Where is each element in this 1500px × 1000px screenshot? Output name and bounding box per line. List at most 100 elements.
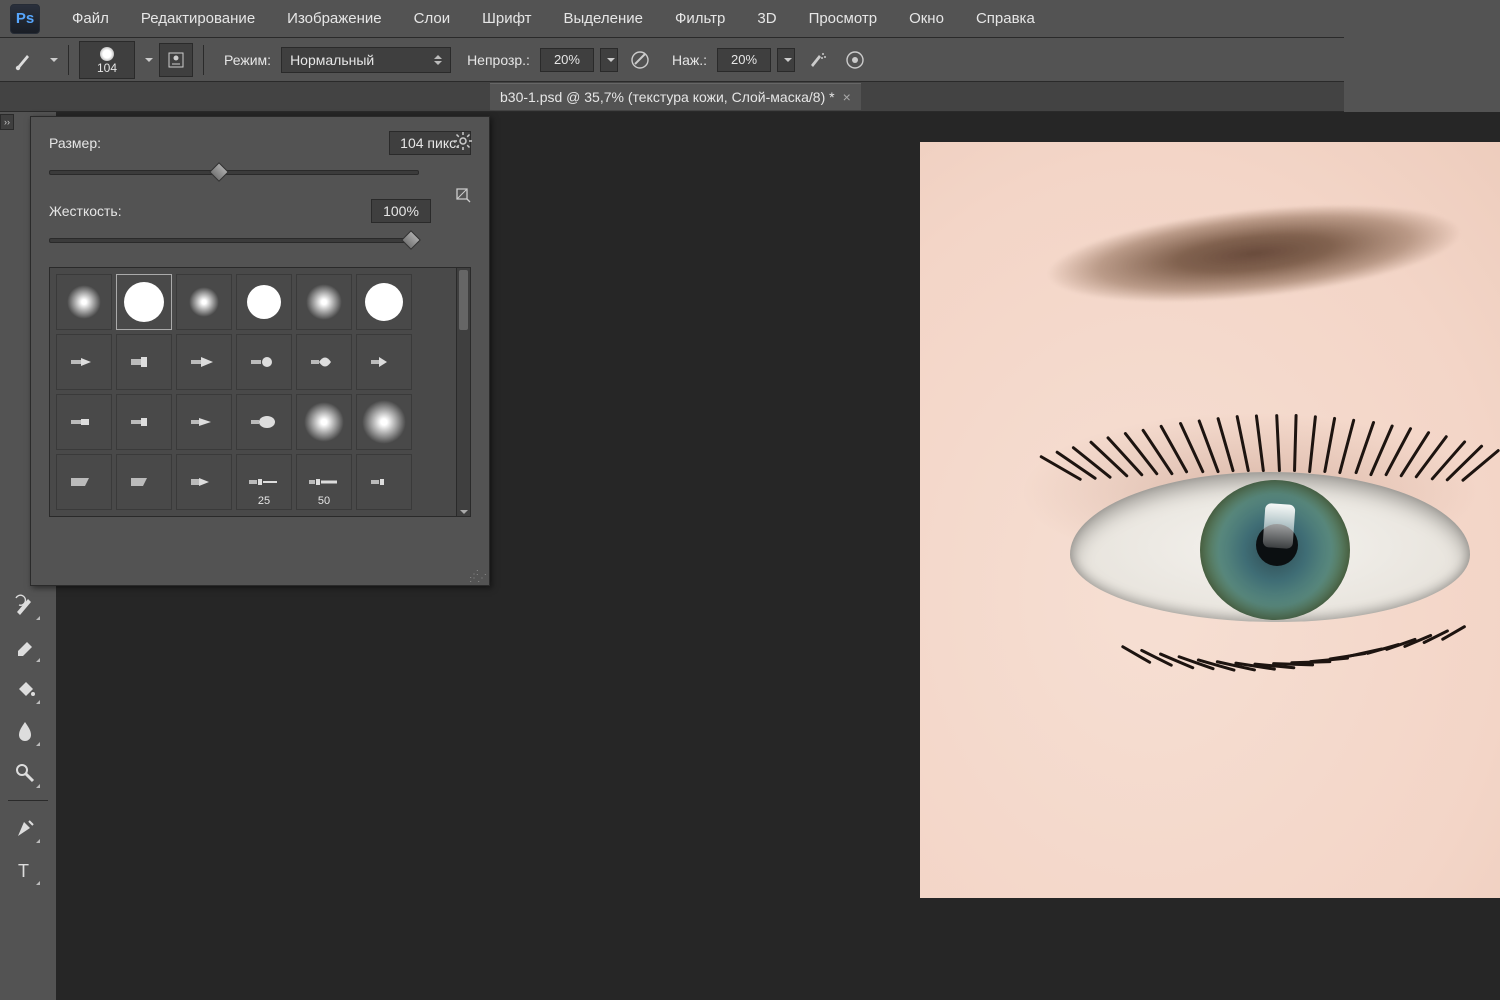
history-brush-tool[interactable] xyxy=(8,588,42,622)
type-tool[interactable]: T xyxy=(8,853,42,887)
brush-preset[interactable] xyxy=(116,394,172,450)
brush-size-label: Размер: xyxy=(49,135,101,151)
menu-help[interactable]: Справка xyxy=(960,10,1051,27)
document-tab[interactable]: b30-1.psd @ 35,7% (текстура кожи, Слой-м… xyxy=(490,83,861,110)
menu-bar: Ps Файл Редактирование Изображение Слои … xyxy=(0,0,1344,38)
brush-preset-popup: Размер: 104 пикс. Жесткость: 100% xyxy=(30,116,490,586)
brush-preset[interactable] xyxy=(356,394,412,450)
flow-label: Наж.: xyxy=(672,52,707,68)
brush-preset[interactable] xyxy=(176,274,232,330)
brush-preset[interactable] xyxy=(296,394,352,450)
image-content xyxy=(1070,472,1470,622)
menu-type[interactable]: Шрифт xyxy=(466,10,547,27)
brush-preset[interactable] xyxy=(176,334,232,390)
dodge-icon xyxy=(13,761,37,785)
panel-expand-handle[interactable]: ›› xyxy=(0,114,14,130)
brush-preset[interactable] xyxy=(56,454,112,510)
preset-size-label: 50 xyxy=(318,495,330,507)
brush-preset[interactable] xyxy=(296,334,352,390)
size-pressure-toggle[interactable] xyxy=(839,45,871,75)
eraser-icon xyxy=(13,635,37,659)
opacity-stepper[interactable] xyxy=(600,48,618,72)
flow-stepper[interactable] xyxy=(777,48,795,72)
app-logo-text: Ps xyxy=(16,10,34,27)
brush-preset[interactable] xyxy=(356,334,412,390)
menu-filter[interactable]: Фильтр xyxy=(659,10,741,27)
tablet-pressure-opacity-icon xyxy=(629,49,651,71)
brush-dot-icon xyxy=(100,47,114,61)
history-brush-icon xyxy=(13,593,37,617)
brush-preset[interactable] xyxy=(116,274,172,330)
tool-preset-caret-icon[interactable] xyxy=(50,58,58,62)
brush-hardness-label: Жесткость: xyxy=(49,203,122,219)
opacity-field[interactable]: 20% xyxy=(540,48,594,72)
brush-preset[interactable] xyxy=(296,274,352,330)
app-logo: Ps xyxy=(10,4,40,34)
separator xyxy=(203,45,204,75)
brush-preset[interactable] xyxy=(356,274,412,330)
brush-preset[interactable] xyxy=(56,334,112,390)
airbrush-toggle[interactable] xyxy=(801,45,833,75)
resize-grip-icon[interactable]: ⋰⋰⋰ xyxy=(469,573,485,581)
brush-presets-grid: 25 50 xyxy=(49,267,471,517)
brush-preset[interactable] xyxy=(176,394,232,450)
document-tab-title: b30-1.psd @ 35,7% (текстура кожи, Слой-м… xyxy=(500,89,835,105)
brush-preset[interactable] xyxy=(236,394,292,450)
brush-preset[interactable]: 50 xyxy=(296,454,352,510)
brush-preset[interactable] xyxy=(116,334,172,390)
separator xyxy=(68,45,69,75)
menu-window[interactable]: Окно xyxy=(893,10,960,27)
menu-3d[interactable]: 3D xyxy=(741,10,792,27)
flow-field[interactable]: 20% xyxy=(717,48,771,72)
opacity-pressure-toggle[interactable] xyxy=(624,45,656,75)
menu-file[interactable]: Файл xyxy=(56,10,125,27)
brush-hardness-input[interactable]: 100% xyxy=(371,199,431,223)
new-preset-icon[interactable] xyxy=(455,187,471,203)
document-canvas[interactable] xyxy=(920,142,1500,898)
airbrush-icon xyxy=(806,49,828,71)
brush-preset[interactable] xyxy=(356,454,412,510)
brush-preset[interactable] xyxy=(56,394,112,450)
brush-icon xyxy=(13,49,35,71)
menu-edit[interactable]: Редактирование xyxy=(125,10,271,27)
pen-icon xyxy=(13,816,37,840)
gear-icon[interactable] xyxy=(453,131,473,151)
brush-panel-icon xyxy=(166,50,186,70)
brush-size-slider[interactable] xyxy=(49,165,419,179)
presets-scrollbar[interactable] xyxy=(456,268,470,516)
type-icon: T xyxy=(13,858,37,882)
dodge-tool[interactable] xyxy=(8,756,42,790)
tab-close-button[interactable]: × xyxy=(843,89,851,105)
brush-preset[interactable] xyxy=(116,454,172,510)
paint-bucket-tool[interactable] xyxy=(8,672,42,706)
brush-preset[interactable] xyxy=(176,454,232,510)
brush-preset-caret-icon[interactable] xyxy=(145,58,153,62)
options-bar: 104 Режим: Нормальный Непрозр.: 20% Наж.… xyxy=(0,38,1344,82)
drop-icon xyxy=(13,719,37,743)
menu-view[interactable]: Просмотр xyxy=(793,10,894,27)
tablet-pressure-size-icon xyxy=(844,49,866,71)
tool-indicator-brush[interactable] xyxy=(8,45,40,75)
menu-select[interactable]: Выделение xyxy=(548,10,659,27)
brush-preset[interactable] xyxy=(56,274,112,330)
brush-preset[interactable]: 25 xyxy=(236,454,292,510)
mode-label: Режим: xyxy=(224,52,271,68)
stepper-arrows-icon xyxy=(434,55,442,65)
blend-mode-dropdown[interactable]: Нормальный xyxy=(281,47,451,73)
preset-size-label: 25 xyxy=(258,495,270,507)
menu-layers[interactable]: Слои xyxy=(398,10,466,27)
eraser-tool[interactable] xyxy=(8,630,42,664)
paint-bucket-icon xyxy=(13,677,37,701)
brush-panel-toggle[interactable] xyxy=(159,43,193,77)
brush-hardness-slider[interactable] xyxy=(49,233,419,247)
brush-preset[interactable] xyxy=(236,334,292,390)
brush-preset-picker[interactable]: 104 xyxy=(79,41,135,79)
caret-down-icon xyxy=(607,58,615,62)
svg-text:T: T xyxy=(18,861,29,881)
blend-mode-value: Нормальный xyxy=(290,52,374,68)
toolbox-separator xyxy=(8,800,48,801)
menu-image[interactable]: Изображение xyxy=(271,10,398,27)
brush-preset[interactable] xyxy=(236,274,292,330)
blur-tool[interactable] xyxy=(8,714,42,748)
pen-tool[interactable] xyxy=(8,811,42,845)
